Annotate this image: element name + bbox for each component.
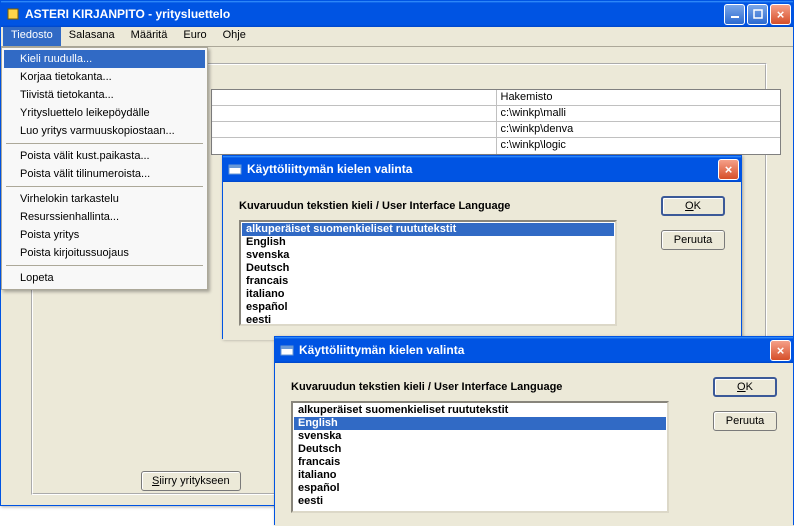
main-title: ASTERI KIRJANPITO - yritysluettelo <box>25 7 724 21</box>
list-item[interactable]: English <box>294 417 666 430</box>
menu-item-compact-db[interactable]: Tiivistä tietokanta... <box>4 86 205 104</box>
list-item[interactable]: francais <box>294 456 666 469</box>
list-item[interactable]: Deutsch <box>242 262 614 275</box>
menu-item-delete-company[interactable]: Poista yritys <box>4 226 205 244</box>
list-item[interactable]: eesti <box>294 495 666 508</box>
main-titlebar[interactable]: ASTERI KIRJANPITO - yritysluettelo × <box>1 1 793 27</box>
menubar: Tiedosto Salasana Määritä Euro Ohje <box>1 27 793 47</box>
dialog2-buttons: OK Peruuta <box>713 377 777 431</box>
dialog2-prompt: Kuvaruudun tekstien kieli / User Interfa… <box>291 381 777 393</box>
menu-item-repair-db[interactable]: Korjaa tietokanta... <box>4 68 205 86</box>
go-button-area: Siirry yritykseen <box>141 471 241 491</box>
table-cell: c:\winkp\malli <box>497 106 781 121</box>
dialog2-language-list[interactable]: alkuperäiset suomenkieliset ruututekstit… <box>291 401 669 513</box>
table-row[interactable]: c:\winkp\malli <box>212 106 780 122</box>
dialog1-buttons: OK Peruuta <box>661 196 725 250</box>
menu-tiedosto[interactable]: Tiedosto <box>3 27 61 46</box>
dialog2-cancel-button[interactable]: Peruuta <box>713 411 777 431</box>
tiedosto-dropdown: Kieli ruudulla... Korjaa tietokanta... T… <box>1 47 208 290</box>
menu-item-exit[interactable]: Lopeta <box>4 269 205 287</box>
list-item[interactable]: italiano <box>242 288 614 301</box>
menu-item-create-from-backup[interactable]: Luo yritys varmuuskopiostaan... <box>4 122 205 140</box>
table-cell <box>212 138 497 154</box>
menu-euro[interactable]: Euro <box>175 27 214 46</box>
table-header-row: Hakemisto <box>212 90 780 106</box>
language-dialog-2: Käyttöliittymän kielen valinta × Kuvaruu… <box>274 336 794 525</box>
dialog1-cancel-button[interactable]: Peruuta <box>661 230 725 250</box>
dialog1-titlebar[interactable]: Käyttöliittymän kielen valinta × <box>223 156 741 182</box>
app-icon <box>5 6 21 22</box>
table-header-col1 <box>212 90 497 105</box>
list-item[interactable]: alkuperäiset suomenkieliset ruututekstit <box>242 223 614 236</box>
list-item[interactable]: English <box>242 236 614 249</box>
table-header-col2: Hakemisto <box>497 90 781 105</box>
table-cell <box>212 122 497 137</box>
dialog1-prompt: Kuvaruudun tekstien kieli / User Interfa… <box>239 200 725 212</box>
close-button[interactable]: × <box>770 4 791 25</box>
table-cell <box>212 106 497 121</box>
list-item[interactable]: eesti <box>242 314 614 326</box>
table-cell: c:\winkp\denva <box>497 122 781 137</box>
dialog2-body: Kuvaruudun tekstien kieli / User Interfa… <box>275 363 793 526</box>
go-to-company-button[interactable]: Siirry yritykseen <box>141 471 241 491</box>
menu-ohje[interactable]: Ohje <box>215 27 254 46</box>
dialog-icon <box>279 342 295 358</box>
list-item[interactable]: italiano <box>294 469 666 482</box>
menu-item-remove-spaces-cost[interactable]: Poista välit kust.paikasta... <box>4 147 205 165</box>
dialog2-ok-button[interactable]: OK <box>713 377 777 397</box>
dialog2-close-button[interactable]: × <box>770 340 791 361</box>
language-dialog-1: Käyttöliittymän kielen valinta × Kuvaruu… <box>222 155 742 339</box>
menu-item-remove-spaces-account[interactable]: Poista välit tilinumeroista... <box>4 165 205 183</box>
menu-item-errorlog[interactable]: Virhelokin tarkastelu <box>4 190 205 208</box>
list-item[interactable]: francais <box>242 275 614 288</box>
menu-item-language[interactable]: Kieli ruudulla... <box>4 50 205 68</box>
list-item[interactable]: svenska <box>294 430 666 443</box>
list-item[interactable]: español <box>242 301 614 314</box>
dialog1-title: Käyttöliittymän kielen valinta <box>247 162 718 176</box>
go-button-label: iirry yritykseen <box>159 475 229 487</box>
menu-item-explorer[interactable]: Resurssienhallinta... <box>4 208 205 226</box>
dialog2-title: Käyttöliittymän kielen valinta <box>299 343 770 357</box>
menu-separator <box>6 186 203 187</box>
minimize-button[interactable] <box>724 4 745 25</box>
window-buttons: × <box>724 4 791 25</box>
dialog1-language-list[interactable]: alkuperäiset suomenkieliset ruututekstit… <box>239 220 617 326</box>
table-row[interactable]: c:\winkp\logic <box>212 138 780 154</box>
list-item[interactable]: alkuperäiset suomenkieliset ruututekstit <box>294 404 666 417</box>
menu-item-remove-readonly[interactable]: Poista kirjoitussuojaus <box>4 244 205 262</box>
menu-separator <box>6 143 203 144</box>
dialog-icon <box>227 161 243 177</box>
list-item[interactable]: Deutsch <box>294 443 666 456</box>
dialog1-body: Kuvaruudun tekstien kieli / User Interfa… <box>223 182 741 340</box>
menu-separator <box>6 265 203 266</box>
list-item[interactable]: español <box>294 482 666 495</box>
directory-table: Hakemisto c:\winkp\malli c:\winkp\denva … <box>211 89 781 155</box>
maximize-button[interactable] <box>747 4 768 25</box>
table-row[interactable]: c:\winkp\denva <box>212 122 780 138</box>
list-item[interactable]: svenska <box>242 249 614 262</box>
menu-item-companylist-clipboard[interactable]: Yritysluettelo leikepöydälle <box>4 104 205 122</box>
menu-maarita[interactable]: Määritä <box>123 27 176 46</box>
table-cell: c:\winkp\logic <box>497 138 781 154</box>
dialog1-ok-button[interactable]: OK <box>661 196 725 216</box>
dialog2-titlebar[interactable]: Käyttöliittymän kielen valinta × <box>275 337 793 363</box>
dialog1-close-button[interactable]: × <box>718 159 739 180</box>
menu-salasana[interactable]: Salasana <box>61 27 123 46</box>
